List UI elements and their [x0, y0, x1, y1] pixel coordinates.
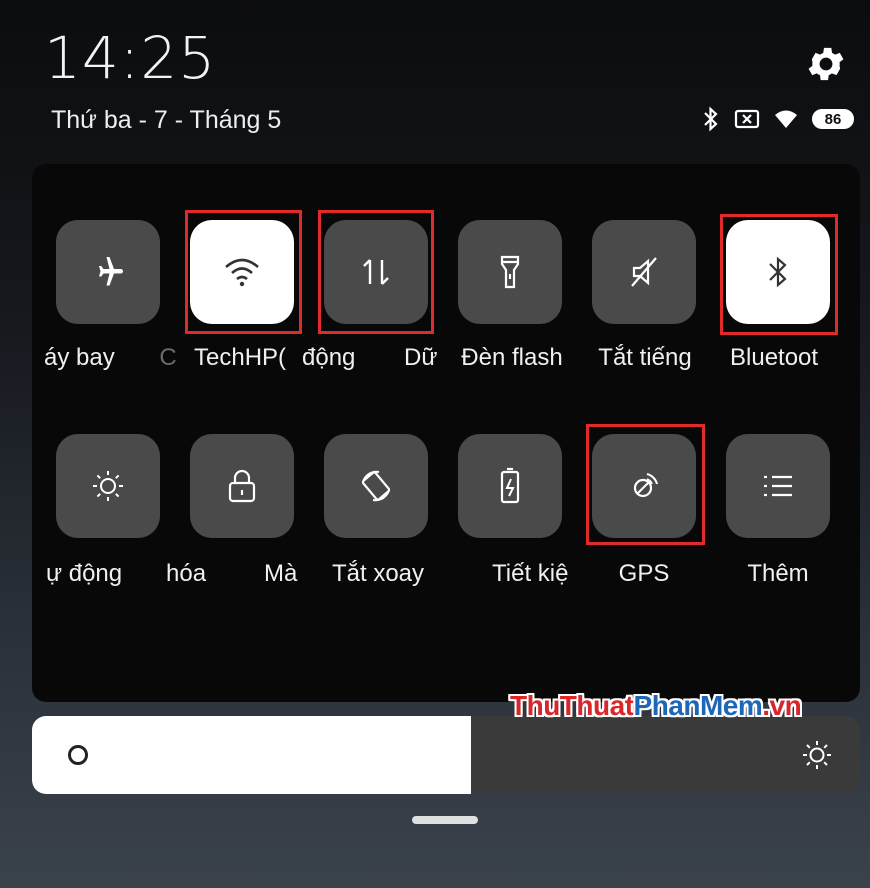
flashlight-icon	[500, 255, 520, 289]
tile-label-mute: Tắt tiếng	[598, 344, 692, 371]
tile-label-rotation-lock: Tắt xoay	[331, 560, 425, 587]
tile-label-more: Thêm	[747, 560, 809, 587]
brightness-fill	[32, 716, 471, 794]
rotate-icon	[361, 470, 391, 502]
tile-label-fragment-c: C	[159, 344, 177, 371]
status-bar-icons: 86	[702, 106, 854, 132]
wifi-status-icon	[775, 110, 797, 128]
tile-label-auto-brightness: ự động	[46, 560, 123, 587]
airplane-mode-tile[interactable]	[56, 220, 160, 324]
watermark-logo: ThuThuatPhanMem.vn	[510, 690, 802, 721]
tile-label-mobile-data: Dữ	[404, 344, 438, 371]
tile-label-fragment-man: Mà	[264, 560, 298, 587]
auto-brightness-icon	[93, 471, 123, 501]
no-sim-icon	[734, 109, 760, 129]
settings-gear-icon[interactable]	[804, 42, 848, 86]
brightness-low-icon	[68, 745, 88, 765]
date-text: Thứ ba - 7 - Tháng 5	[51, 106, 282, 134]
screen-lock-tile[interactable]	[190, 434, 294, 538]
auto-brightness-tile[interactable]	[56, 434, 160, 538]
flashlight-tile[interactable]	[458, 220, 562, 324]
battery-saver-tile[interactable]	[458, 434, 562, 538]
brightness-sun-icon	[803, 741, 831, 769]
tile-label-fragment-dong: động	[302, 344, 356, 371]
menu-list-icon	[764, 475, 792, 497]
tile-label-battery-saver: Tiết kiệ	[492, 560, 569, 587]
highlight-bluetooth	[720, 214, 838, 335]
highlight-mobile-data	[318, 210, 434, 334]
brightness-slider[interactable]	[32, 716, 860, 794]
tile-label-screen-lock: hóa	[166, 560, 207, 587]
lock-icon	[228, 469, 256, 503]
battery-indicator: 86	[812, 109, 854, 129]
tile-label-wifi: TechHP(	[194, 344, 287, 371]
tile-label-gps: GPS	[618, 560, 670, 587]
mute-tile[interactable]	[592, 220, 696, 324]
tile-label-flashlight: Đèn flash	[461, 344, 563, 371]
drag-handle[interactable]	[412, 816, 478, 824]
more-tile[interactable]	[726, 434, 830, 538]
highlight-wifi	[185, 210, 302, 334]
rotation-lock-tile[interactable]	[324, 434, 428, 538]
mute-icon	[631, 257, 657, 287]
battery-saver-icon	[500, 467, 520, 504]
bluetooth-status-icon	[704, 106, 718, 132]
clock-time: 14:25	[44, 24, 217, 92]
tile-label-bluetooth: Bluetoot	[730, 344, 819, 371]
tile-label-airplane: áy bay	[44, 344, 115, 371]
airplane-icon	[99, 257, 123, 286]
highlight-gps	[586, 424, 705, 545]
